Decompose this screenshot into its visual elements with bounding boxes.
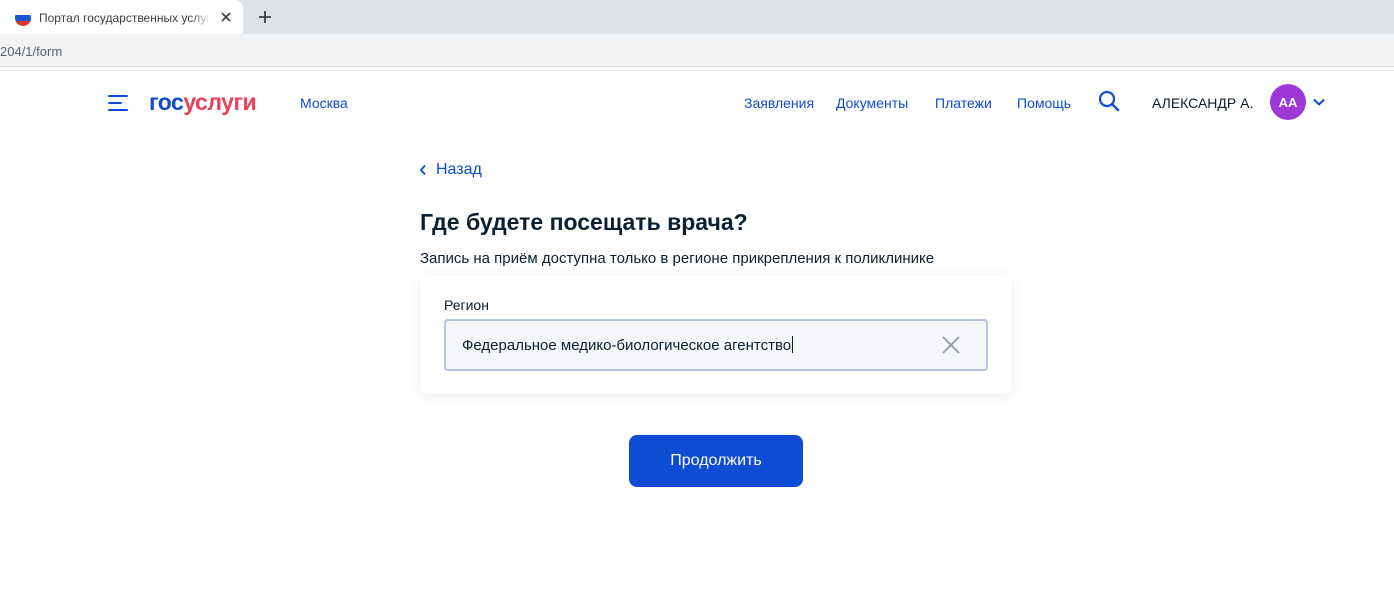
- logo-part-gos: гос: [149, 89, 184, 115]
- page-title: Где будете посещать врача?: [420, 209, 748, 235]
- nav-payments[interactable]: Платежи: [935, 94, 992, 112]
- tab-title: Портал государственных услуг Российской …: [39, 11, 211, 25]
- nav-applications[interactable]: Заявления: [744, 94, 814, 112]
- avatar-initials: АА: [1278, 94, 1298, 110]
- new-tab-icon[interactable]: [256, 8, 274, 26]
- nav-documents[interactable]: Документы: [836, 94, 908, 112]
- gosuslugi-logo[interactable]: госуслуги: [149, 88, 257, 116]
- region-card: Регион Федеральное медико-биологическое …: [420, 276, 1012, 394]
- back-link[interactable]: Назад: [418, 160, 482, 180]
- address-url[interactable]: 204/1/form: [0, 44, 62, 60]
- region-input[interactable]: Федеральное медико-биологическое агентст…: [444, 319, 988, 371]
- address-bar[interactable]: 204/1/form: [0, 34, 1394, 67]
- search-icon[interactable]: [1097, 89, 1121, 113]
- region-link[interactable]: Москва: [300, 94, 348, 112]
- page-subtitle: Запись на приём доступна только в регион…: [420, 250, 935, 267]
- close-tab-icon[interactable]: [218, 9, 234, 25]
- region-field-label: Регион: [444, 297, 489, 313]
- browser-tabstrip: Портал государственных услуг Российской …: [0, 0, 1394, 34]
- browser-tab[interactable]: Портал государственных услуг Российской …: [0, 0, 243, 34]
- russia-flag-icon: [15, 10, 31, 26]
- site-header: госуслуги Москва Заявления Документы Пла…: [0, 71, 1394, 133]
- text-caret: [792, 336, 794, 353]
- nav-help[interactable]: Помощь: [1017, 94, 1071, 112]
- menu-icon[interactable]: [108, 94, 130, 112]
- continue-button[interactable]: Продолжить: [629, 435, 803, 487]
- logo-part-uslugi: услуги: [183, 89, 257, 115]
- user-name[interactable]: АЛЕКСАНДР А.: [1152, 94, 1253, 112]
- back-label: Назад: [436, 161, 482, 178]
- chevron-left-icon: [419, 164, 426, 176]
- avatar[interactable]: АА: [1270, 84, 1306, 120]
- region-input-value[interactable]: Федеральное медико-биологическое агентст…: [462, 337, 791, 354]
- clear-icon[interactable]: [941, 335, 961, 355]
- chevron-down-icon[interactable]: [1312, 96, 1326, 108]
